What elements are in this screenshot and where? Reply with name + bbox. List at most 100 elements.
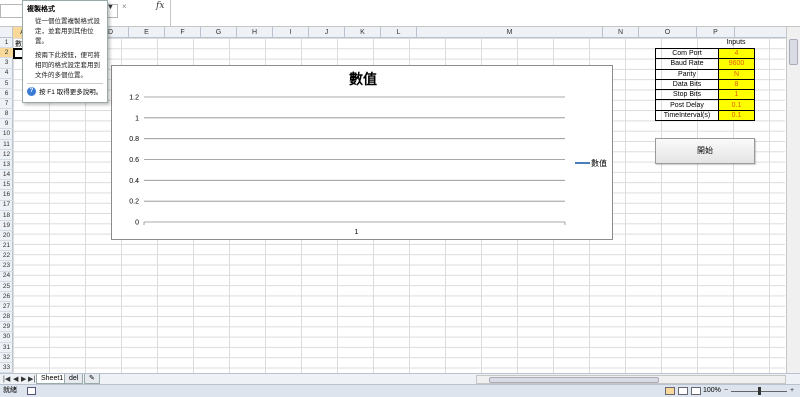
row-header[interactable]: 7 (0, 99, 13, 110)
row-header[interactable]: 28 (0, 312, 13, 323)
start-button[interactable]: 開始 (655, 138, 755, 164)
row-header[interactable]: 2 (0, 48, 13, 59)
row-header[interactable]: 22 (0, 251, 13, 262)
row-header[interactable]: 17 (0, 200, 13, 211)
column-header[interactable]: I (273, 27, 309, 38)
column-header[interactable]: E (129, 27, 165, 38)
param-label[interactable]: Stop Bits (655, 89, 719, 101)
row-header[interactable]: 20 (0, 231, 13, 242)
param-value[interactable]: 1 (718, 89, 755, 101)
param-value[interactable]: 9600 (718, 58, 755, 70)
row-header[interactable]: 5 (0, 79, 13, 89)
row-header[interactable]: 32 (0, 353, 13, 363)
row-header[interactable]: 11 (0, 140, 13, 150)
row-header[interactable]: 3 (0, 58, 13, 69)
row-header[interactable]: 14 (0, 170, 13, 181)
param-row: Data Bits 8 (655, 78, 755, 91)
column-header[interactable]: L (381, 27, 417, 38)
status-bar: 就緒 100% − + (0, 384, 800, 397)
row-header[interactable]: 26 (0, 292, 13, 303)
param-label[interactable]: Baud Rate (655, 58, 719, 70)
param-label[interactable]: TimeInterval(s) (655, 109, 719, 122)
param-value[interactable]: 0.1 (718, 99, 755, 111)
row-header[interactable]: 6 (0, 89, 13, 100)
param-label[interactable]: Post Delay (655, 99, 719, 111)
row-header[interactable]: 24 (0, 271, 13, 282)
row-header[interactable]: 19 (0, 221, 13, 231)
horizontal-scroll-thumb[interactable] (489, 377, 659, 383)
tooltip-line: 按兩下此按鈕，便可將 (35, 52, 100, 59)
chevron-down-icon[interactable]: ▼ (107, 4, 114, 11)
last-sheet-icon[interactable]: ▶| (28, 375, 35, 383)
row-header[interactable]: 18 (0, 211, 13, 221)
next-sheet-icon[interactable]: ▶ (21, 375, 26, 383)
row-header[interactable]: 8 (0, 109, 13, 120)
normal-view-icon[interactable] (665, 387, 675, 395)
column-headers: ABCDEFGHIJKLMNOP (0, 27, 800, 38)
help-icon: ? (27, 86, 36, 96)
chart-svg: 數值 0 0.2 0.4 0.6 0.8 1 1.2 1 數值 (129, 71, 607, 236)
row-header[interactable]: 10 (0, 129, 13, 140)
row-header[interactable]: 15 (0, 180, 13, 191)
column-header[interactable]: M (417, 27, 603, 38)
column-header[interactable]: F (165, 27, 201, 38)
row-header[interactable]: 16 (0, 190, 13, 201)
param-row: Post Delay 0.1 (655, 99, 755, 111)
select-all-corner[interactable] (0, 27, 13, 38)
y-tick-label: 0.4 (129, 178, 139, 185)
param-row: Stop Bits 1 (655, 89, 755, 101)
param-value[interactable]: 8 (718, 78, 755, 91)
y-tick-label: 0.6 (129, 157, 139, 164)
param-row: Baud Rate 9600 (655, 58, 755, 70)
row-header[interactable]: 25 (0, 282, 13, 292)
row-header[interactable]: 4 (0, 68, 13, 79)
row-header[interactable]: 23 (0, 261, 13, 272)
param-value[interactable]: 0.1 (718, 109, 755, 122)
cancel-icon[interactable]: × (122, 2, 127, 11)
column-header[interactable]: O (639, 27, 697, 38)
column-header[interactable]: P (697, 27, 735, 38)
vertical-scrollbar[interactable] (786, 27, 800, 373)
row-header[interactable]: 21 (0, 241, 13, 252)
column-header[interactable]: N (603, 27, 639, 38)
sheet-tab-del[interactable]: del (64, 374, 84, 384)
param-value[interactable]: N (718, 68, 755, 80)
page-break-view-icon[interactable] (691, 387, 701, 395)
macro-record-icon[interactable] (27, 387, 36, 395)
row-header[interactable]: 27 (0, 302, 13, 313)
row-header[interactable]: 31 (0, 343, 13, 353)
column-header[interactable]: J (309, 27, 345, 38)
column-header[interactable]: G (201, 27, 237, 38)
column-header[interactable]: K (345, 27, 381, 38)
row-header[interactable]: 9 (0, 119, 13, 130)
row-header[interactable]: 30 (0, 332, 13, 343)
insert-sheet-icon[interactable]: ✎ (84, 374, 100, 384)
row-header[interactable]: 13 (0, 160, 13, 171)
formula-bar: ▼ × fx (0, 0, 800, 27)
horizontal-scrollbar[interactable] (476, 375, 786, 384)
row-header[interactable]: 29 (0, 322, 13, 333)
row-header[interactable]: 12 (0, 150, 13, 160)
zoom-in-icon[interactable]: + (790, 385, 794, 397)
param-label[interactable]: Data Bits (655, 78, 719, 91)
insert-function-icon[interactable]: fx (156, 1, 164, 11)
param-label[interactable]: Com Port (655, 47, 719, 60)
zoom-out-icon[interactable]: − (724, 385, 728, 397)
inputs-title: Inputs (726, 39, 746, 46)
tooltip-title: 複製格式 (27, 6, 55, 13)
format-painter-tooltip: 複製格式 從一個位置複製格式設 定，並套用到其他位 置。 按兩下此按鈕，便可將 … (22, 0, 108, 103)
row-header[interactable]: 1 (0, 38, 13, 49)
param-label[interactable]: Parity (655, 68, 719, 80)
zoom-level[interactable]: 100% (703, 385, 721, 397)
formula-input[interactable] (170, 0, 800, 26)
first-sheet-icon[interactable]: |◀ (3, 375, 10, 383)
column-header[interactable]: H (237, 27, 273, 38)
zoom-slider-thumb[interactable] (758, 387, 761, 395)
row-header[interactable]: 33 (0, 363, 13, 374)
legend-label: 數值 (591, 158, 607, 168)
page-layout-view-icon[interactable] (678, 387, 688, 395)
param-value[interactable]: 4 (718, 47, 755, 60)
line-chart[interactable]: 數值 0 0.2 0.4 0.6 0.8 1 1.2 1 數值 (111, 65, 613, 240)
vertical-scroll-thumb[interactable] (789, 39, 798, 65)
prev-sheet-icon[interactable]: ◀ (13, 375, 18, 383)
